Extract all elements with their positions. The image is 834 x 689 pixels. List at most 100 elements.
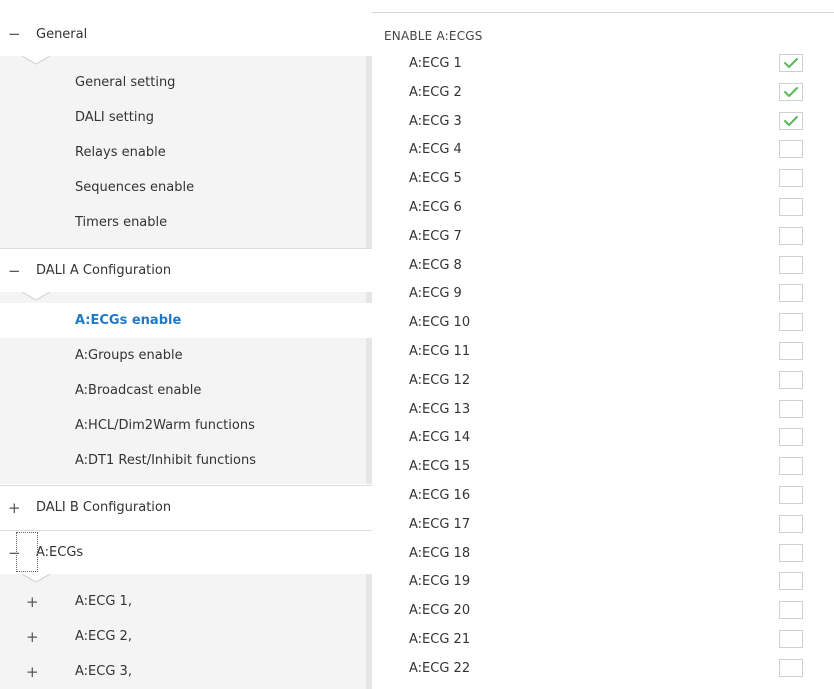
ecg-row: A:ECG 8 <box>372 251 834 280</box>
ecg-label: A:ECG 19 <box>409 574 471 590</box>
ecg-label: A:ECG 5 <box>409 171 462 187</box>
ecg-enable-checkbox[interactable] <box>779 140 803 159</box>
tree-item-a-dt1-rest-inhibit[interactable]: A:DT1 Rest/Inhibit functions <box>0 443 366 478</box>
ecg-label: A:ECG 2 <box>409 84 462 100</box>
parameter-tree: − General General setting DALI setting R… <box>0 0 372 689</box>
ecg-row: A:ECG 11 <box>372 337 834 366</box>
ecg-row: A:ECG 17 <box>372 510 834 539</box>
ecg-row: A:ECG 13 <box>372 395 834 424</box>
tree-item-label: A:ECG 1, <box>75 594 132 609</box>
ecg-label: A:ECG 12 <box>409 372 471 388</box>
ecg-enable-checkbox[interactable] <box>779 54 803 72</box>
expand-icon[interactable]: + <box>8 499 36 517</box>
ecg-enable-checkbox[interactable] <box>779 630 803 648</box>
ecg-row: A:ECG 5 <box>372 164 834 193</box>
tree-group-dali-a[interactable]: − DALI A Configuration <box>0 248 372 292</box>
tree-group-a-ecgs[interactable]: − A:ECGs <box>0 530 372 574</box>
tree-item-sequences-enable[interactable]: Sequences enable <box>0 170 366 205</box>
ecg-enable-checkbox[interactable] <box>779 226 803 245</box>
tree-item-a-ecg-2[interactable]: + A:ECG 2, <box>0 619 366 654</box>
ecg-label: A:ECG 13 <box>409 401 471 417</box>
submenu-pointer <box>22 292 50 302</box>
ecg-row: A:ECG 22 <box>372 654 834 683</box>
ecg-enable-checkbox[interactable] <box>779 486 803 504</box>
ecg-enable-checkbox[interactable] <box>779 342 803 360</box>
submenu-pointer <box>22 574 50 584</box>
dali-a-submenu: A:ECGs enable A:Groups enable A:Broadcas… <box>0 292 372 484</box>
ecg-enable-checkbox[interactable] <box>779 572 803 591</box>
ecg-enable-checkbox[interactable] <box>779 457 803 476</box>
parameter-content: ENABLE A:ECGS A:ECG 1 A:ECG 2 A:ECG 3 A:ECG… <box>372 0 834 689</box>
ecg-enable-checkbox[interactable] <box>779 255 803 274</box>
tree-group-dali-b[interactable]: + DALI B Configuration <box>0 485 372 529</box>
expand-icon[interactable]: + <box>26 628 54 646</box>
ecg-label: A:ECG 11 <box>409 344 471 359</box>
tree-item-timers-enable[interactable]: Timers enable <box>0 205 366 240</box>
tree-group-label: A:ECGs <box>36 545 84 560</box>
tree-group-label: DALI B Configuration <box>36 500 172 515</box>
ecg-row: A:ECG 9 <box>372 279 834 308</box>
tree-item-a-hcl-dim2warm[interactable]: A:HCL/Dim2Warm functions <box>0 408 366 443</box>
ecg-label: A:ECG 8 <box>409 257 462 273</box>
ecg-enable-checkbox[interactable] <box>779 198 803 216</box>
ecg-label: A:ECG 16 <box>409 488 471 503</box>
ecg-enable-checkbox[interactable] <box>779 169 803 188</box>
checkmark-icon <box>784 58 798 68</box>
ecg-row: A:ECG 19 <box>372 567 834 596</box>
ecg-enable-checkbox[interactable] <box>779 399 803 418</box>
collapse-icon[interactable]: − <box>8 262 36 280</box>
ecg-row: A:ECG 16 <box>372 481 834 510</box>
tree-item-a-broadcast-enable[interactable]: A:Broadcast enable <box>0 373 366 408</box>
collapse-icon[interactable]: − <box>8 25 36 43</box>
ecg-label: A:ECG 10 <box>409 315 471 331</box>
ecg-label: A:ECG 22 <box>409 660 471 676</box>
ecg-row: A:ECG 3 <box>372 107 834 136</box>
a-ecgs-submenu: + A:ECG 1, + A:ECG 2, + A:ECG 3, <box>0 574 372 689</box>
ecg-enable-checkbox[interactable] <box>779 82 803 101</box>
tree-item-a-groups-enable[interactable]: A:Groups enable <box>0 338 366 373</box>
ecg-enable-checkbox[interactable] <box>779 428 803 447</box>
tree-group-label: DALI A Configuration <box>36 263 172 278</box>
ecg-enable-checkbox[interactable] <box>779 514 803 533</box>
focus-indicator <box>16 532 38 572</box>
ecg-label: A:ECG 7 <box>409 228 462 244</box>
ecg-row: A:ECG 21 <box>372 625 834 654</box>
ecg-enable-checkbox[interactable] <box>779 313 803 332</box>
ecg-row: A:ECG 7 <box>372 222 834 251</box>
ecg-row: A:ECG 10 <box>372 308 834 337</box>
tree-group-label: General <box>36 26 88 42</box>
ecg-label: A:ECG 17 <box>409 516 471 532</box>
top-divider <box>372 12 834 13</box>
ecg-row: A:ECG 6 <box>372 193 834 222</box>
expand-icon[interactable]: + <box>26 593 54 611</box>
ecg-label: A:ECG 20 <box>409 603 471 619</box>
tree-item-general-setting[interactable]: General setting <box>0 65 366 100</box>
ecg-label: A:ECG 21 <box>409 632 471 647</box>
general-submenu: General setting DALI setting Relays enab… <box>0 56 372 248</box>
tree-item-relays-enable[interactable]: Relays enable <box>0 135 366 170</box>
tree-item-dali-setting[interactable]: DALI setting <box>0 100 366 135</box>
ecg-enable-checkbox[interactable] <box>779 370 803 389</box>
ecg-row: A:ECG 2 <box>372 78 834 107</box>
ecg-enable-checkbox[interactable] <box>779 601 803 620</box>
ecg-enable-checkbox[interactable] <box>779 543 803 562</box>
tree-item-a-ecg-1[interactable]: + A:ECG 1, <box>0 584 366 619</box>
tree-group-general[interactable]: − General <box>0 12 372 56</box>
ecg-label: A:ECG 1 <box>409 56 462 71</box>
ecg-label: A:ECG 3 <box>409 113 462 129</box>
expand-icon[interactable]: + <box>26 663 54 681</box>
checkmark-icon <box>784 86 798 97</box>
ecg-enable-checkbox[interactable] <box>779 111 803 130</box>
ecg-row: A:ECG 14 <box>372 423 834 452</box>
ecg-enable-checkbox[interactable] <box>779 284 803 303</box>
tree-item-label: A:ECG 3, <box>75 664 132 679</box>
checkmark-icon <box>784 115 798 126</box>
tree-item-label: A:ECG 2, <box>75 629 132 644</box>
ecg-row: A:ECG 18 <box>372 539 834 568</box>
tree-item-a-ecgs-enable[interactable]: A:ECGs enable <box>0 303 372 338</box>
ecg-label: A:ECG 9 <box>409 286 462 302</box>
tree-item-a-ecg-3[interactable]: + A:ECG 3, <box>0 654 366 689</box>
ecg-row: A:ECG 15 <box>372 452 834 481</box>
ecg-row: A:ECG 4 <box>372 135 834 164</box>
ecg-enable-checkbox[interactable] <box>779 658 803 677</box>
